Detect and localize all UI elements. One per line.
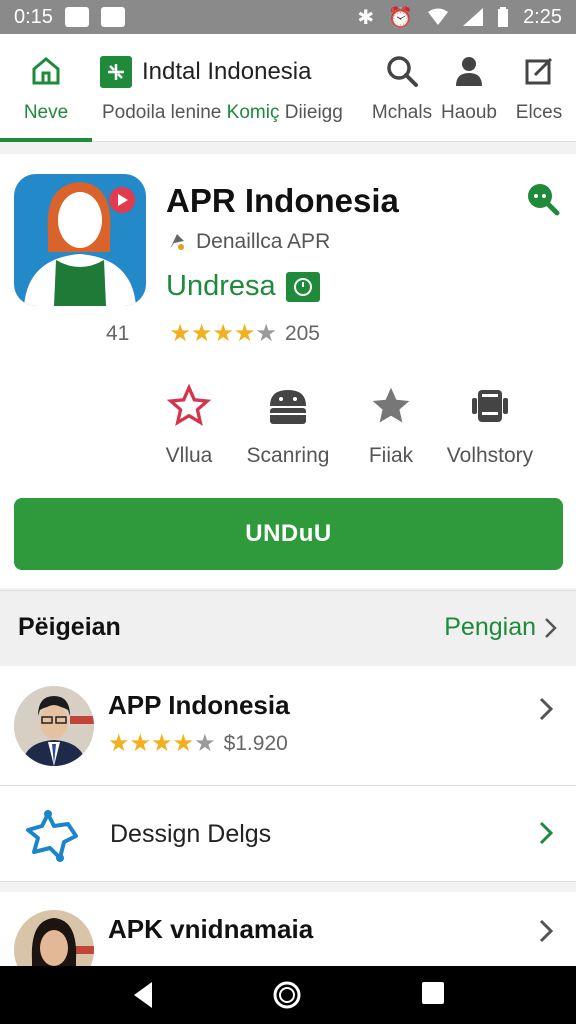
star-filled-icon: ★ [151, 730, 173, 757]
brand-subtitle-highlight: Komiç [226, 102, 280, 123]
action-label: Vllua [165, 444, 213, 467]
chevron-right-icon [539, 697, 554, 721]
star-empty-icon: ★ [255, 320, 277, 347]
signal-icon [463, 8, 484, 26]
list-item-title: APK vnidnamаia [108, 914, 314, 944]
star-filled-icon: ★ [233, 320, 256, 347]
battery-icon [498, 7, 509, 27]
action-row: Vllua Scanring Fiiak Volhstory [0, 382, 576, 472]
action-scan[interactable]: Scanring [228, 382, 348, 468]
rating-stars: ★ ★ ★ ★ ★ [169, 322, 277, 346]
wifi-icon [428, 8, 449, 25]
rating-row: 41 ★ ★ ★ ★ ★ 205 [106, 322, 320, 346]
category-label: Undresa [166, 270, 276, 302]
nav-home[interactable]: Neve [0, 34, 92, 142]
top-navigation: Neve Indtal Indonesia Podoila lenine Kom… [0, 34, 576, 142]
list-item[interactable]: APP Indonesia ★ ★ ★ ★ ★ $1.920 [0, 666, 576, 786]
star-filled-icon: ★ [129, 730, 152, 757]
status-clock: 2:25 [523, 5, 562, 28]
robot-icon [472, 390, 508, 422]
developer-row[interactable]: Denaillca APR [166, 230, 330, 254]
avatar [14, 686, 94, 766]
brand-logo-icon [100, 56, 132, 88]
nav-home-label: Neve [23, 102, 69, 123]
section-title: Pëigeian [18, 613, 121, 641]
list-item-stars: ★ ★ ★ ★ ★ [108, 732, 216, 756]
list-item-meta: ★ ★ ★ ★ ★ $1.920 [108, 732, 288, 756]
brand-subtitle-prefix: Podoila lenine [102, 102, 227, 123]
list-item[interactable]: APK vnidnamаia [0, 892, 576, 990]
star-icon [372, 387, 410, 423]
star-filled-icon: ★ [212, 320, 234, 347]
chevron-right-icon [545, 617, 557, 638]
chevron-right-icon [539, 919, 554, 943]
nav-edit-label: Elces [515, 102, 563, 123]
active-tab-indicator [0, 138, 92, 142]
list-item-title: APP Indonesia [108, 690, 290, 720]
download-button[interactable]: UNDuU [14, 498, 563, 570]
search-chat-icon [528, 184, 560, 216]
recents-icon[interactable] [420, 980, 446, 1006]
design-logo-icon [26, 810, 78, 862]
category-row[interactable]: Undresa [166, 270, 320, 303]
home-circle-icon[interactable] [272, 980, 302, 1010]
person-icon [456, 57, 482, 86]
notification-icon [64, 7, 89, 27]
action-label: Fiiak [368, 444, 414, 467]
action-label: Volhstory [446, 444, 534, 467]
nav-profile-label: Haoub [441, 102, 497, 123]
edit-icon [525, 57, 553, 85]
list-item[interactable]: Dessign Delgs [0, 786, 576, 882]
star-filled-icon: ★ [172, 730, 195, 757]
android-icon [270, 390, 306, 424]
nav-profile[interactable]: Haoub [430, 34, 508, 142]
star-empty-icon: ★ [194, 730, 216, 757]
developer-name: Denaillca APR [196, 230, 331, 253]
back-icon[interactable] [130, 980, 156, 1010]
brand-subtitle-suffix: Diieigg [279, 102, 343, 123]
bluetooth-icon: ✱ [357, 6, 375, 29]
list-item-title: Dessign Delgs [110, 820, 272, 848]
brand-title: Indtal Indonesia [142, 58, 312, 85]
action-label: Scanring [246, 444, 330, 467]
section-link-label: Pengian [444, 613, 536, 641]
list-item-price: $1.920 [223, 732, 288, 755]
developer-icon [170, 234, 184, 250]
app-details-card: APR Indonesia Denaillca APR Undresa 41 ★… [0, 154, 576, 588]
nav-search-label: Mchals [371, 102, 433, 123]
app-icon[interactable] [14, 174, 146, 306]
clock-badge-icon [285, 271, 320, 302]
app-search-button[interactable] [524, 180, 560, 221]
app-title: APR Indonesia [166, 182, 399, 219]
chevron-right-icon [539, 821, 554, 845]
star-filled-icon: ★ [169, 320, 191, 347]
rating-count: 205 [284, 322, 320, 345]
section-header: Pëigeian Pengian [0, 590, 576, 664]
rating-left-value: 41 [106, 322, 130, 345]
status-bar: 0:15 ✱ ⏰ 2:25 [0, 0, 576, 34]
alarm-icon: ⏰ [388, 6, 414, 29]
nav-edit[interactable]: Elces [502, 34, 576, 142]
star-outline-icon [167, 384, 211, 426]
brand-subtitle: Podoila lenine Komiç Diieigg [102, 102, 343, 124]
star-filled-icon: ★ [108, 730, 130, 757]
star-filled-icon: ★ [190, 320, 213, 347]
home-icon [32, 57, 60, 85]
status-time: 0:15 [14, 5, 53, 28]
system-navigation-bar [0, 966, 576, 1024]
brand[interactable]: Indtal Indonesia [100, 56, 311, 88]
search-icon [387, 56, 418, 87]
action-history[interactable]: Volhstory [430, 382, 550, 468]
notification-icon [100, 7, 125, 27]
section-link[interactable]: Pengian [444, 613, 558, 642]
